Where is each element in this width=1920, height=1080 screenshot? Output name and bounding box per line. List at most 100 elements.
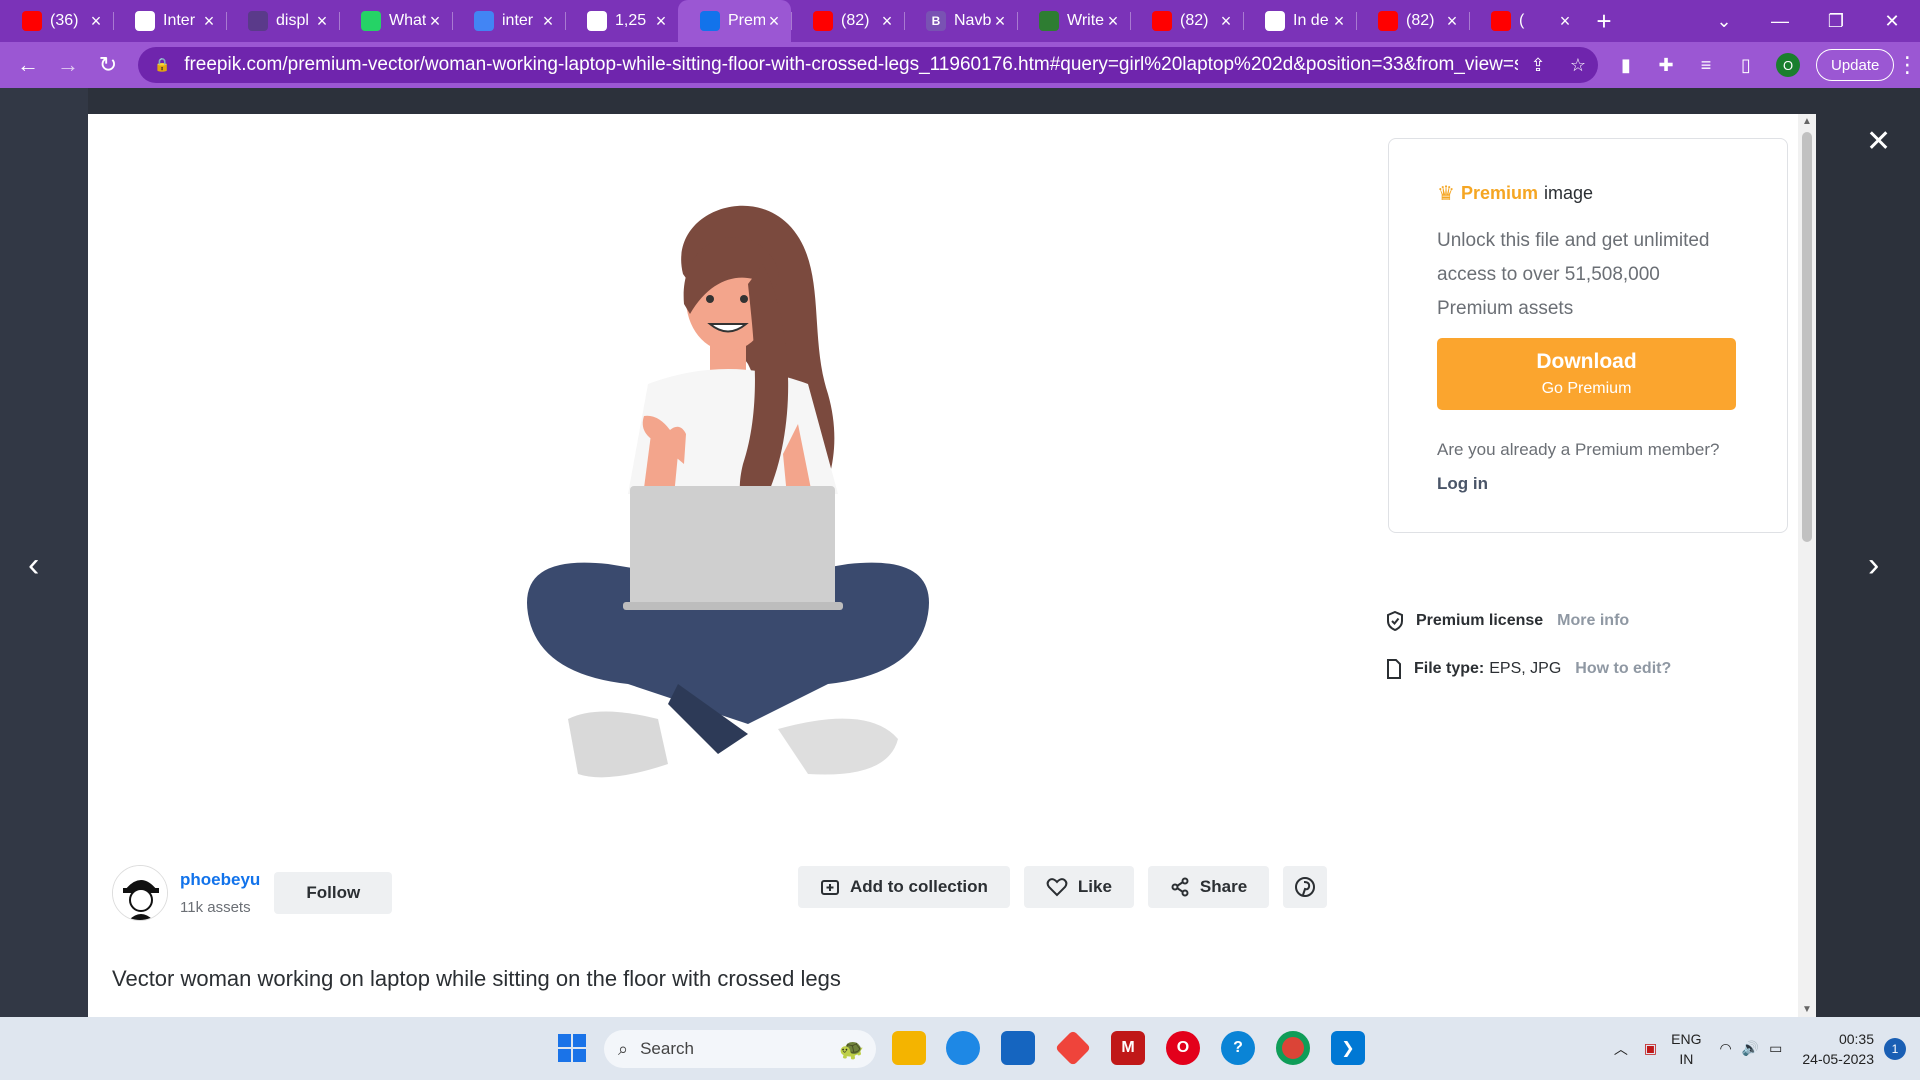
chrome-icon[interactable] [1276,1031,1310,1065]
new-tab-button[interactable]: + [1582,6,1626,37]
anydesk-icon[interactable] [1054,1029,1092,1067]
forward-button[interactable]: → [48,52,88,78]
battery-icon[interactable]: ▭ [1769,1040,1782,1057]
login-link[interactable]: Log in [1437,474,1739,494]
author-name-link[interactable]: phoebeyu [180,870,260,890]
browser-tab[interactable]: (× [1469,0,1582,42]
modal-scrollbar[interactable]: ▲ ▼ [1798,114,1816,1017]
language-region: IN [1679,1050,1694,1067]
tray-chevron-icon[interactable]: ︿ [1614,1039,1628,1059]
scroll-down-arrow-icon[interactable]: ▼ [1802,1004,1812,1015]
file-icon [1387,659,1401,679]
license-label: Premium license [1416,612,1544,629]
browser-tab[interactable]: (82) × [1130,0,1243,42]
browser-tab[interactable]: What × [339,0,452,42]
globe-icon [135,11,155,31]
how-to-edit-link[interactable]: How to edit? [1575,660,1671,678]
extensions-puzzle-icon[interactable]: ✚ [1646,55,1686,76]
media-control-icon[interactable]: ≡ [1686,55,1726,76]
more-info-link[interactable]: More info [1557,612,1629,630]
side-panel-icon[interactable]: ▯ [1726,55,1766,76]
site-icon [248,11,268,31]
tab-title: inter [502,12,534,29]
browser-tab[interactable]: (82) × [1356,0,1469,42]
close-modal-icon[interactable]: ✕ [1866,124,1891,159]
tab-close-icon[interactable]: × [539,11,557,32]
pinterest-icon [1295,877,1316,897]
taskbar-search[interactable]: ⌕ Search 🐢 [604,1030,876,1068]
previous-image-arrow-icon[interactable]: ‹ [28,546,39,585]
back-button[interactable]: ← [8,52,48,78]
tab-close-icon[interactable]: × [1556,11,1574,32]
browser-tab[interactable]: Prem × [678,0,791,42]
bookmark-star-icon[interactable]: ☆ [1558,55,1598,76]
browser-tab[interactable]: (82) × [791,0,904,42]
browser-tab[interactable]: 1,25 × [565,0,678,42]
tab-title: (36) [50,12,79,29]
update-button[interactable]: Update [1816,49,1895,81]
docs-icon [474,11,494,31]
browser-tab[interactable]: Inter × [113,0,226,42]
tab-close-icon[interactable]: × [1443,11,1461,32]
tab-close-icon[interactable]: × [200,11,218,32]
file-explorer-icon[interactable] [892,1031,926,1065]
language-indicator[interactable]: ENG IN [1671,1029,1701,1069]
pinterest-button[interactable] [1283,866,1328,908]
minimize-button[interactable]: — [1752,11,1808,32]
close-window-button[interactable]: ✕ [1864,11,1920,32]
youtube-icon [1152,11,1172,31]
extension-icon[interactable]: ▮ [1606,55,1646,76]
follow-button[interactable]: Follow [274,872,393,914]
tab-title: In de [1293,12,1329,29]
tab-close-icon[interactable]: × [878,11,896,32]
reload-button[interactable]: ↻ [88,52,128,78]
vscode-icon[interactable]: ❯ [1331,1031,1365,1065]
share-icon [1171,877,1189,897]
clock[interactable]: 00:35 24-05-2023 [1802,1029,1874,1069]
opera-icon[interactable]: O [1166,1031,1200,1065]
browser-tab[interactable]: (36) × [0,0,113,42]
browser-tab[interactable]: displ × [226,0,339,42]
scrollbar-thumb[interactable] [1802,132,1812,542]
tab-close-icon[interactable]: × [991,11,1009,32]
browser-tab[interactable]: inter × [452,0,565,42]
tab-close-icon[interactable]: × [1330,11,1348,32]
tab-close-icon[interactable]: × [765,11,783,32]
windows-start-icon[interactable] [557,1033,587,1063]
tab-close-icon[interactable]: × [1104,11,1122,32]
profile-avatar[interactable]: O [1776,53,1800,77]
store-icon[interactable] [1001,1031,1035,1065]
wifi-icon[interactable]: ◠ [1719,1040,1731,1057]
author-avatar[interactable] [112,865,168,921]
mcafee-icon[interactable]: M [1111,1031,1145,1065]
tab-close-icon[interactable]: × [313,11,331,32]
next-image-arrow-icon[interactable]: › [1868,546,1879,585]
tab-close-icon[interactable]: × [426,11,444,32]
browser-menu-icon[interactable]: ⋮ [1894,52,1920,78]
tab-close-icon[interactable]: × [87,11,105,32]
volume-icon[interactable]: 🔊 [1742,1040,1759,1057]
browser-tab[interactable]: B Navb × [904,0,1017,42]
quick-assist-icon[interactable]: ? [1221,1031,1255,1065]
taskbar-search-label: Search [640,1039,694,1058]
tab-search-icon[interactable]: ⌄ [1696,11,1752,32]
restore-button[interactable]: ❐ [1808,11,1864,32]
tab-close-icon[interactable]: × [1217,11,1235,32]
download-button[interactable]: Download Go Premium [1437,338,1736,410]
browser-tab[interactable]: In de × [1243,0,1356,42]
edge-icon[interactable] [946,1031,980,1065]
lock-icon[interactable]: 🔒 [154,57,170,73]
tray-app-icon[interactable]: ▣ [1644,1040,1657,1057]
browser-tab[interactable]: Write × [1017,0,1130,42]
url-text[interactable]: freepik.com/premium-vector/woman-working… [184,54,1518,76]
share-page-icon[interactable]: ⇪ [1518,55,1558,76]
filetype-label: File type: [1414,660,1485,677]
filetype-row: File type: EPS, JPG How to edit? [1386,659,1671,679]
address-bar[interactable]: 🔒 freepik.com/premium-vector/woman-worki… [138,47,1598,83]
share-button[interactable]: Share [1147,866,1270,908]
add-to-collection-button[interactable]: Add to collection [798,866,1010,908]
notification-badge[interactable]: 1 [1884,1037,1906,1060]
like-button[interactable]: Like [1023,866,1134,908]
scroll-up-arrow-icon[interactable]: ▲ [1802,116,1812,127]
tab-close-icon[interactable]: × [652,11,670,32]
